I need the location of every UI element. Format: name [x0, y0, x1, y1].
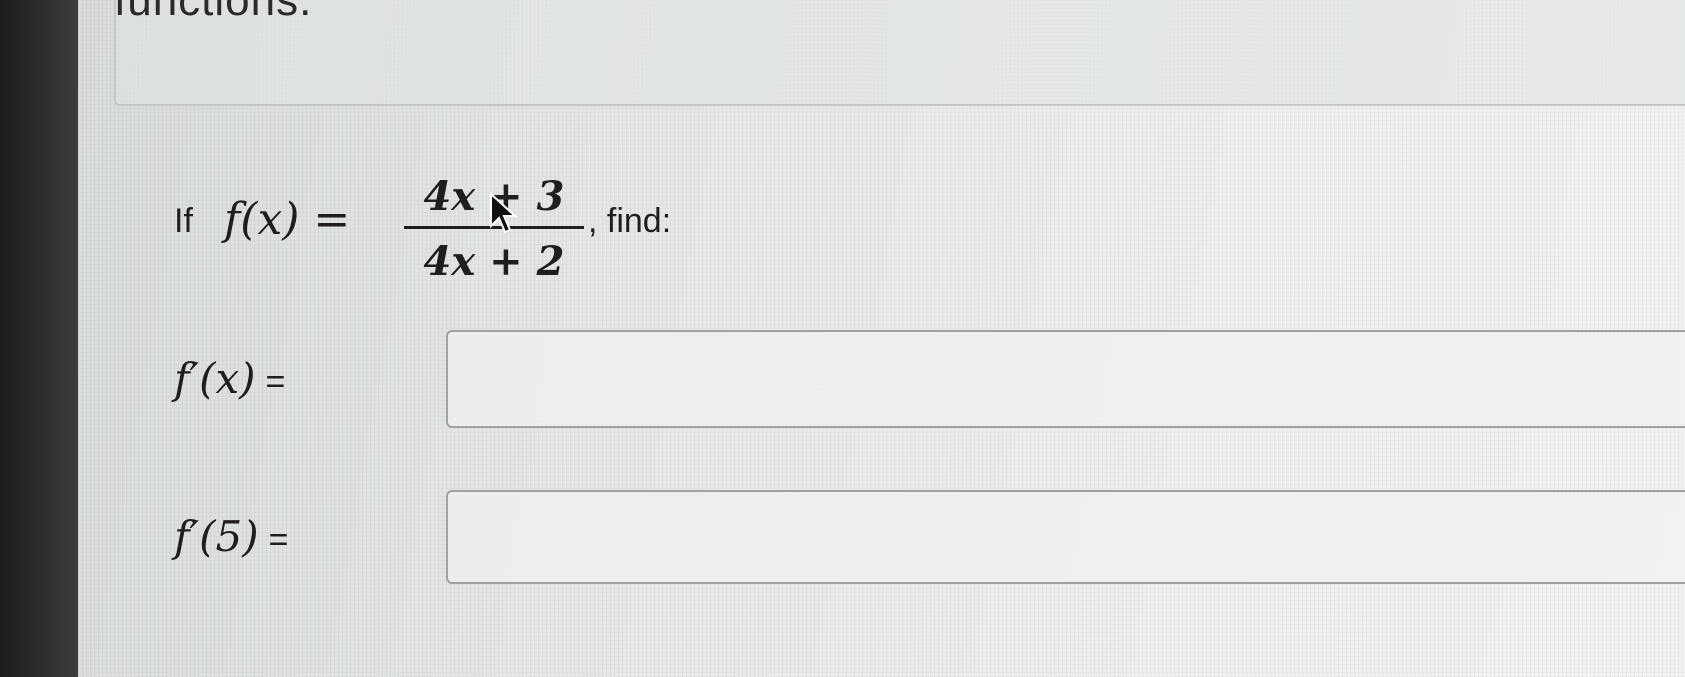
- fraction-denominator: 4x + 2: [423, 238, 565, 285]
- find-label: , find:: [588, 202, 672, 240]
- screen: functions. If f(x) = 4x + 3 4x + 2 , fin…: [78, 0, 1685, 677]
- answer-label-derivative: f′(x) =: [174, 354, 285, 403]
- derivative-at-5-label: f′(5): [174, 512, 259, 561]
- derivative-answer-input[interactable]: [446, 330, 1685, 428]
- derivative-at-5-answer-input[interactable]: [446, 490, 1685, 584]
- answer-label-derivative-at-5: f′(5) =: [174, 512, 288, 561]
- previous-question-text: functions.: [114, 0, 313, 25]
- mouse-pointer-icon: [490, 192, 518, 234]
- monitor-bezel: [0, 0, 78, 677]
- derivative-label: f′(x): [174, 354, 256, 403]
- equals-sign: =: [268, 521, 289, 559]
- if-label: If: [174, 202, 193, 240]
- previous-question-panel: [114, 0, 1685, 106]
- function-lhs: f(x) =: [224, 194, 351, 245]
- equals-sign: =: [265, 363, 286, 401]
